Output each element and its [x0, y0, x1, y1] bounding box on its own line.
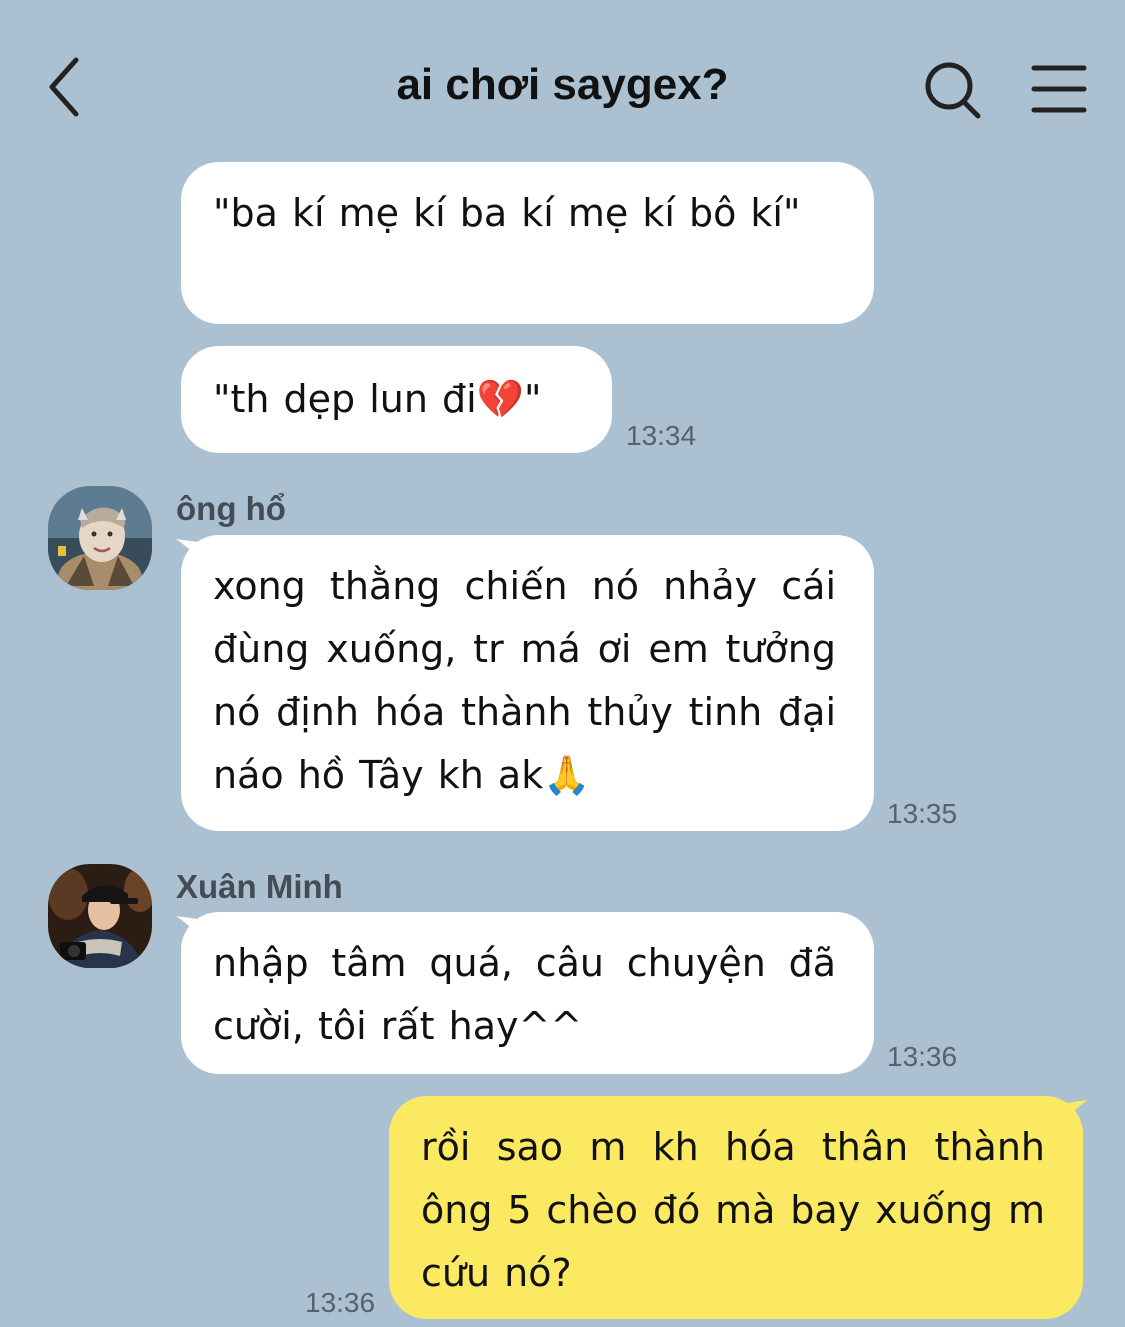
message-bubble[interactable]: xong thằng chiến nó nhảy cái đùng xuống,… — [181, 535, 874, 831]
message-text: rồi sao m kh hóa thân thành ông 5 chèo đ… — [421, 1125, 1045, 1295]
message-text: "ba kí mẹ kí ba kí mẹ kí bô kí" — [213, 191, 801, 235]
message-bubble[interactable]: "th dẹp lun đi💔" — [181, 346, 612, 453]
search-icon — [925, 62, 981, 119]
message-bubble[interactable]: nhập tâm quá, câu chuyện đã cười, tôi rấ… — [181, 912, 874, 1074]
avatar-ong-ho[interactable] — [48, 486, 152, 590]
sender-name: Xuân Minh — [176, 868, 343, 905]
message-time: 13:34 — [626, 420, 697, 451]
message-time: 13:36 — [305, 1287, 376, 1318]
search-button[interactable] — [918, 56, 988, 126]
sender-name: ông hổ — [176, 490, 286, 527]
avatar-xuan-minh[interactable] — [48, 864, 152, 968]
menu-icon — [1031, 65, 1087, 113]
message-text: "th dẹp lun đi💔" — [213, 377, 542, 421]
message-text: nhập tâm quá, câu chuyện đã cười, tôi rấ… — [213, 941, 836, 1048]
message-time: 13:36 — [887, 1041, 958, 1072]
tiger-avatar-icon — [48, 486, 152, 590]
person-avatar-icon — [48, 864, 152, 968]
my-message-bubble[interactable]: rồi sao m kh hóa thân thành ông 5 chèo đ… — [389, 1096, 1083, 1319]
message-bubble[interactable]: "ba kí mẹ kí ba kí mẹ kí bô kí" — [181, 162, 874, 324]
message-text: xong thằng chiến nó nhảy cái đùng xuống,… — [213, 564, 836, 797]
menu-button[interactable] — [1028, 62, 1090, 116]
chat-header: ai chơi saygex? — [0, 0, 1125, 150]
message-time: 13:35 — [887, 798, 958, 829]
